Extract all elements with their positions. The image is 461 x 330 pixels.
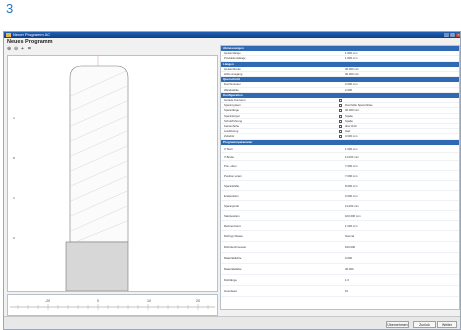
window-title: Neuer Programm AC — [13, 32, 51, 37]
tool-holder-block — [65, 241, 129, 292]
checkbox[interactable] — [339, 99, 342, 102]
property-row[interactable]: X Breite 11.000 mm — [221, 153, 459, 161]
checkbox[interactable] — [339, 109, 342, 113]
property-row[interactable]: Spannkräfte 8.000 mm — [221, 181, 459, 191]
property-row[interactable]: Endposition 0.000 mm — [221, 191, 459, 201]
ruler-tick-label: -20 — [45, 299, 51, 303]
application-window: Neuer Programm AC _ □ × Neues Programm ⊕… — [3, 31, 461, 330]
property-row[interactable]: Pos. oben 7.000 mm — [221, 161, 459, 171]
minimize-button[interactable]: _ — [444, 33, 449, 37]
property-row[interactable]: Rohrdurchmesser 100.000 — [221, 242, 459, 253]
ruler-tick-label: 0 — [97, 299, 99, 303]
checkbox[interactable] — [339, 119, 342, 123]
checkbox[interactable] — [339, 130, 342, 134]
ruler-scale — [10, 304, 215, 310]
left-mark: A — [13, 116, 16, 120]
property-row[interactable]: Materialdichte 0.000 — [221, 253, 459, 264]
close-button[interactable]: × — [456, 33, 460, 37]
next-button[interactable]: Weiter — [437, 321, 457, 328]
property-row[interactable]: Rohrtyp Klasse Normal — [221, 231, 459, 242]
property-row[interactable]: Materialstärke 40.000 — [221, 264, 459, 275]
title-bar: Neuer Programm AC _ □ × — [4, 32, 460, 38]
property-row[interactable]: Spannpunkt 11.000 mm — [221, 201, 459, 211]
settings-icon[interactable]: ⌗ — [28, 47, 33, 52]
maximize-button[interactable]: □ — [450, 33, 455, 37]
ruler-tick-label: 20 — [196, 299, 200, 303]
bottom-button-bar: Übernehmen Zurück Weiter — [4, 316, 460, 329]
property-row[interactable]: Rohrlänge 1.0 — [221, 275, 459, 286]
horizontal-ruler: -20 0 10 20 — [7, 294, 218, 316]
zoom-in-icon[interactable]: ⊕ — [7, 47, 12, 52]
checkbox[interactable] — [339, 125, 342, 128]
property-row[interactable]: Referenzwert 1.000 mm — [221, 221, 459, 231]
left-mark: B — [13, 156, 16, 160]
property-row[interactable]: Position unten 7.000 mm — [221, 171, 459, 181]
ruler-tick-label: 10 — [147, 299, 151, 303]
back-button[interactable]: Zurück — [413, 321, 436, 328]
property-row[interactable]: Grundwert 10 — [221, 286, 459, 297]
checkbox[interactable] — [339, 114, 342, 118]
checkbox[interactable] — [339, 135, 342, 139]
zoom-out-icon[interactable]: ⊖ — [14, 47, 19, 52]
checkbox[interactable] — [339, 104, 342, 108]
apply-button[interactable]: Übernehmen — [386, 321, 409, 328]
drawing-canvas[interactable]: A B C D — [7, 55, 218, 292]
left-mark: C — [13, 196, 16, 200]
property-row[interactable]: Startposition 100.000 mm — [221, 211, 459, 221]
page-title: Neues Programm — [7, 39, 53, 45]
fit-icon[interactable]: + — [21, 47, 26, 52]
left-mark: D — [13, 236, 16, 240]
properties-panel: Abmessungen Gesamtlänge 1.800 mm Produkti… — [220, 45, 460, 310]
app-icon — [6, 33, 11, 37]
tool-drawing — [65, 56, 129, 292]
property-row[interactable]: X Start 1.000 mm — [221, 145, 459, 153]
figure-number: 3 — [6, 1, 14, 16]
